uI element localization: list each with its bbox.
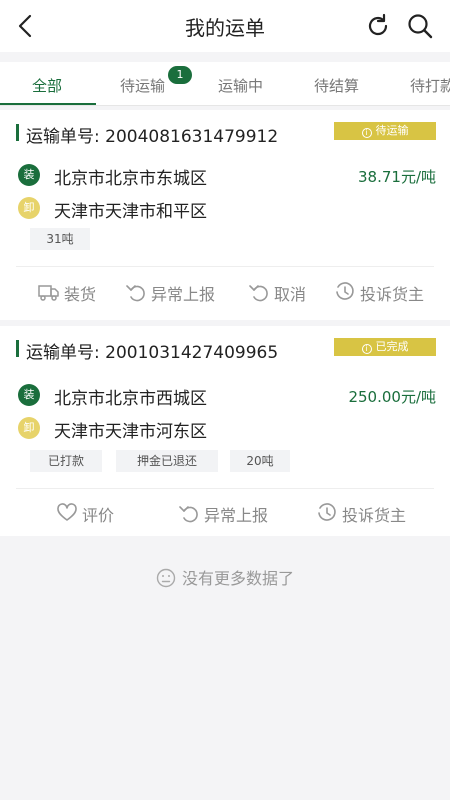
load-badge: 装 (18, 164, 40, 186)
load-location: 北京市北京市东城区 (54, 169, 207, 189)
app-header: 我的运单 (0, 0, 450, 52)
unload-badge: 卸 (18, 197, 40, 219)
order-number: 运输单号: 2001031427409965 (26, 343, 279, 363)
report-exception-label: 异常上报 (204, 506, 269, 525)
tab-pending-transport[interactable]: 待运输 (120, 75, 165, 96)
rate-label: 评价 (82, 506, 115, 525)
undo-icon (179, 506, 198, 523)
cancel-button[interactable]: 取消 (248, 279, 312, 305)
weight-chip: 31吨 (30, 228, 90, 250)
heart-hand-icon (57, 503, 77, 521)
order-header: 运输单号: 2004081631479912 i 待运输 (16, 122, 436, 147)
deposit-status-chip: 押金已退还 (116, 450, 218, 472)
undo-icon (126, 285, 145, 302)
refresh-icon[interactable] (364, 12, 392, 40)
order-card[interactable]: 运输单号: 2001031427409965 i 已完成 装 北京市北京市西城区 … (0, 326, 450, 536)
search-icon[interactable] (406, 12, 434, 40)
complain-shipper-button[interactable]: 投诉货主 (316, 500, 416, 526)
tab-pending-settlement[interactable]: 待结算 (314, 75, 359, 96)
card-divider (16, 488, 434, 489)
card-divider (16, 266, 434, 267)
complain-shipper-button[interactable]: 投诉货主 (334, 279, 434, 305)
info-icon: i (361, 344, 372, 354)
load-badge: 装 (18, 384, 40, 406)
order-header: 运输单号: 2001031427409965 i 已完成 (16, 338, 436, 363)
status-badge: i 待运输 (334, 122, 436, 140)
tab-badge-count: 1 (168, 66, 192, 84)
status-label: 待运输 (375, 124, 409, 137)
unload-location-row: 卸 天津市天津市和平区 (18, 195, 438, 222)
tab-pending-payment[interactable]: 待打款 (410, 75, 450, 96)
unload-location: 天津市天津市河东区 (54, 422, 207, 442)
no-more-label: 没有更多数据了 (181, 569, 294, 588)
cancel-label: 取消 (274, 285, 307, 304)
report-exception-label: 异常上报 (151, 285, 216, 304)
load-location-row: 装 北京市北京市西城区 250.00元/吨 (18, 382, 438, 409)
order-number: 运输单号: 2004081631479912 (26, 127, 279, 147)
tab-in-transit[interactable]: 运输中 (218, 75, 263, 96)
tab-all[interactable]: 全部 (32, 75, 62, 96)
weight-chip: 20吨 (230, 450, 290, 472)
order-card[interactable]: 运输单号: 2004081631479912 i 待运输 装 北京市北京市东城区 … (0, 110, 450, 320)
load-location-row: 装 北京市北京市东城区 38.71元/吨 (18, 162, 438, 189)
truck-icon (38, 285, 59, 301)
load-location: 北京市北京市西城区 (54, 389, 207, 409)
load-label: 装货 (64, 285, 97, 304)
clock-icon (336, 282, 354, 300)
report-exception-button[interactable]: 异常上报 (125, 279, 225, 305)
price: 38.71元/吨 (358, 168, 436, 186)
load-button[interactable]: 装货 (38, 279, 108, 305)
order-accent-bar (16, 340, 19, 357)
unload-location: 天津市天津市和平区 (54, 202, 207, 222)
complain-shipper-label: 投诉货主 (342, 506, 407, 525)
status-tabs: 全部 待运输 1 运输中 待结算 待打款 (0, 62, 450, 106)
clock-icon (318, 503, 336, 521)
unload-badge: 卸 (18, 417, 40, 439)
undo-icon (249, 285, 268, 302)
report-exception-button[interactable]: 异常上报 (178, 500, 278, 526)
unload-location-row: 卸 天津市天津市河东区 (18, 415, 438, 442)
rate-button[interactable]: 评价 (56, 500, 126, 526)
sad-face-icon (156, 568, 176, 588)
no-more-data: 没有更多数据了 (0, 565, 450, 589)
info-icon: i (361, 128, 372, 138)
status-badge: i 已完成 (334, 338, 436, 356)
payment-status-chip: 已打款 (30, 450, 102, 472)
complain-shipper-label: 投诉货主 (360, 285, 425, 304)
order-accent-bar (16, 124, 19, 141)
active-tab-indicator (0, 103, 96, 105)
price: 250.00元/吨 (348, 388, 436, 406)
status-label: 已完成 (375, 340, 409, 353)
